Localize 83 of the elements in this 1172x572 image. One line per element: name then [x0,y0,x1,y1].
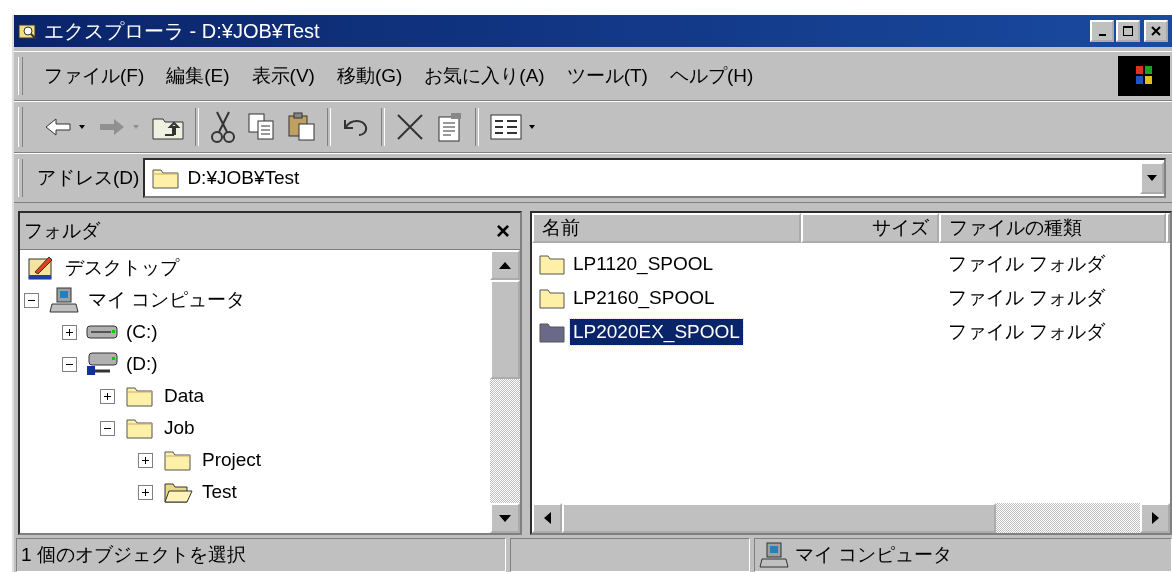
network-drive-icon [86,351,118,377]
folder-icon [538,286,566,310]
file-name[interactable]: LP1120_SPOOL [570,251,717,277]
file-type: ファイル フォルダ [948,252,1106,276]
plus-icon [64,326,75,338]
collapse-toggle[interactable] [62,356,77,372]
desktop-icon [27,254,55,282]
tree-item[interactable]: Data [161,385,208,407]
open-folder-icon [163,480,193,504]
scissors-icon[interactable] [209,110,237,144]
collapse-toggle[interactable] [24,292,39,308]
pane-title: フォルダ [24,219,100,243]
zone-text: マイ コンピュータ [795,543,953,567]
up-arrow-icon [499,261,511,269]
menu-item[interactable]: ファイル(F) [33,63,156,89]
down-arrow-icon [499,514,511,522]
caret-icon [1147,175,1157,181]
explorer-icon [18,22,38,40]
folder-icon [538,320,566,344]
delete-x-icon[interactable] [395,112,425,142]
plus-icon [140,454,151,466]
file-name[interactable]: LP2160_SPOOL [570,285,718,311]
plus-icon [140,486,151,498]
expand-toggle[interactable] [138,484,153,500]
vertical-scrollbar[interactable] [490,250,520,533]
maximize-icon [1123,26,1133,36]
tree-item[interactable]: Job [161,417,198,439]
folder-icon [538,252,566,276]
view-details-icon[interactable] [489,113,523,141]
computer-icon [759,541,789,569]
folder-icon [125,416,155,440]
minimize-icon [1098,33,1106,36]
minimize-button[interactable] [1090,20,1114,42]
close-button[interactable]: × [496,219,510,243]
file-name[interactable]: LP2020EX_SPOOL [570,319,743,345]
tree-item[interactable]: マイ コンピュータ [85,287,249,313]
expand-toggle[interactable] [138,452,153,468]
tree-item[interactable]: Project [199,449,265,471]
scroll-down-button[interactable] [490,503,520,533]
close-icon [1151,26,1161,36]
file-type: ファイル フォルダ [948,320,1106,344]
scroll-left-button[interactable] [532,503,562,533]
drive-icon [86,322,118,342]
scroll-thumb[interactable] [490,280,520,379]
menu-item[interactable]: 移動(G) [325,63,414,89]
folder-icon [125,384,155,408]
scroll-up-button[interactable] [490,250,520,280]
maximize-button[interactable] [1116,20,1140,42]
dropdown-button[interactable] [1140,162,1164,194]
file-type: ファイル フォルダ [948,286,1106,310]
scroll-thumb[interactable] [562,503,996,533]
close-button[interactable] [1144,20,1168,42]
status-text: 1 個のオブジェクトを選択 [16,538,506,572]
right-arrow-icon [1151,512,1159,524]
expand-toggle[interactable] [100,388,115,404]
paste-icon[interactable] [287,112,317,142]
menu-item[interactable]: お気に入り(A) [413,63,556,89]
address-field[interactable]: D:¥JOB¥Test [143,158,1166,198]
folder-icon [151,166,182,190]
column-header[interactable]: 名前 [532,213,802,243]
column-header[interactable]: ファイルの種類 [939,213,1166,243]
tree-item[interactable]: Test [199,481,240,503]
menu-item[interactable]: ヘルプ(H) [658,63,765,89]
tree-item[interactable]: (C:) [123,321,161,343]
tree-item[interactable]: (D:) [123,353,161,375]
scroll-right-button[interactable] [1140,503,1170,533]
menu-item[interactable]: ツール(T) [555,63,659,89]
back-arrow-icon[interactable] [43,115,73,139]
window-title: エクスプローラ - D:¥JOB¥Test [44,18,320,44]
collapse-toggle[interactable] [100,420,115,436]
tree-item[interactable]: デスクトップ [62,255,182,281]
left-arrow-icon [543,512,551,524]
computer-icon [49,286,79,314]
menu-item[interactable]: 編集(E) [155,63,241,89]
address-label: アドレス(D) [37,166,140,190]
column-header[interactable]: サイズ [801,213,939,243]
copy-icon[interactable] [247,112,277,142]
plus-icon [102,390,113,402]
expand-toggle[interactable] [62,324,77,340]
windows-logo-icon [1118,56,1170,96]
horizontal-scrollbar[interactable] [532,503,1170,533]
menu-item[interactable]: 表示(V) [240,63,326,89]
folder-icon [163,448,193,472]
